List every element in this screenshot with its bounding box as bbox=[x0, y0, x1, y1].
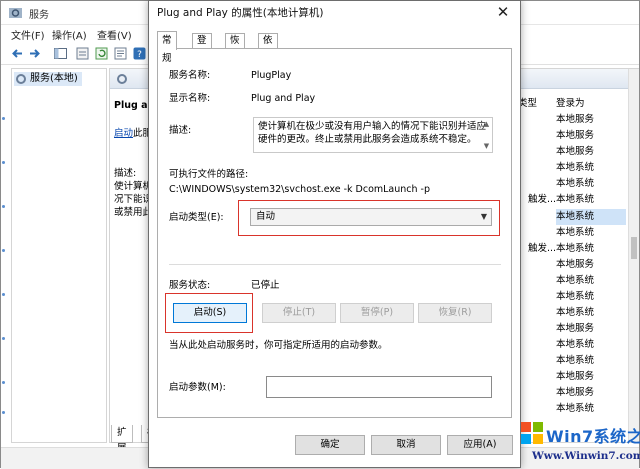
logon-cell[interactable]: 本地服务 bbox=[556, 369, 626, 385]
params-label: 启动参数(M): bbox=[169, 382, 226, 393]
services-list-scrollbar[interactable] bbox=[628, 69, 639, 442]
logon-cell[interactable]: 本地系统 bbox=[556, 401, 626, 417]
path-label: 可执行文件的路径: bbox=[169, 169, 249, 180]
logon-cell[interactable]: 本地系统 bbox=[556, 225, 626, 241]
watermark-url: Www.Winwin7.com bbox=[532, 450, 640, 462]
service-name-label: 服务名称: bbox=[169, 70, 211, 81]
services-title: 服务 bbox=[29, 10, 49, 21]
scroll-up-icon[interactable]: ▲ bbox=[482, 120, 491, 129]
logon-cell[interactable]: 本地系统 bbox=[556, 160, 626, 176]
dot bbox=[2, 337, 5, 340]
service-desc-line: 况下能识 bbox=[114, 194, 153, 205]
dot bbox=[2, 161, 5, 164]
service-name-value: PlugPlay bbox=[251, 70, 292, 81]
type-cell: 触发... bbox=[528, 194, 557, 205]
menu-file[interactable]: 文件(F) bbox=[11, 27, 45, 42]
column-header-logon[interactable]: 登录为 bbox=[556, 96, 585, 112]
services-tree-pane: 服务(本地) bbox=[11, 68, 107, 443]
export-list-icon[interactable] bbox=[113, 46, 128, 61]
logon-cell[interactable]: 本地服务 bbox=[556, 112, 626, 128]
properties-icon[interactable] bbox=[75, 46, 90, 61]
display-name-value: Plug and Play bbox=[251, 93, 316, 104]
start-service-link[interactable]: 启动 bbox=[114, 128, 133, 139]
separator bbox=[169, 264, 501, 265]
logon-cell[interactable]: 本地系统 bbox=[556, 273, 626, 289]
service-desc-line: 或禁用此 bbox=[114, 207, 153, 218]
dot bbox=[2, 249, 5, 252]
logon-cell[interactable]: 本地服务 bbox=[556, 321, 626, 337]
dot bbox=[2, 117, 5, 120]
logon-cell[interactable]: 本地系统 bbox=[556, 353, 626, 369]
help-icon[interactable]: ? bbox=[132, 46, 147, 61]
logon-cell[interactable]: 本地服务 bbox=[556, 385, 626, 401]
highlight-start-button bbox=[165, 293, 253, 333]
menu-action[interactable]: 操作(A) bbox=[52, 27, 87, 42]
tab-extended[interactable]: 扩展 bbox=[111, 425, 133, 454]
resume-button[interactable]: 恢复(R) bbox=[418, 303, 492, 323]
properties-dialog: Plug and Play 的属性(本地计算机) ✕ 常规 登录 恢复 依存关系… bbox=[148, 0, 521, 468]
logon-cell[interactable]: 本地系统 bbox=[556, 192, 626, 208]
menu-view[interactable]: 查看(V) bbox=[97, 27, 132, 42]
tree-item-label: 服务(本地) bbox=[30, 73, 78, 84]
path-value: C:\WINDOWS\system32\svchost.exe -k DcomL… bbox=[169, 184, 431, 195]
logon-cell[interactable]: 本地服务 bbox=[556, 128, 626, 144]
logon-cell-selected[interactable]: 本地系统 bbox=[556, 209, 626, 225]
highlight-startup-type bbox=[238, 200, 500, 236]
watermark: Win7系统之家 Www.Winwin7.com bbox=[518, 417, 640, 468]
dialog-title: Plug and Play 的属性(本地计算机) bbox=[157, 7, 324, 19]
logon-cell[interactable]: 本地系统 bbox=[556, 241, 626, 257]
description-box[interactable]: 使计算机在极少或没有用户输入的情况下能识别并适应硬件的更改。终止或禁用此服务会造… bbox=[253, 117, 493, 153]
close-icon[interactable]: ✕ bbox=[492, 2, 514, 22]
logon-cell[interactable]: 本地系统 bbox=[556, 337, 626, 353]
description-label: 描述: bbox=[169, 125, 192, 136]
back-arrow-icon[interactable] bbox=[10, 46, 25, 61]
tab-recovery[interactable]: 恢复 bbox=[225, 33, 245, 60]
scrollbar-thumb[interactable] bbox=[631, 237, 637, 259]
general-tab-panel: 服务名称: PlugPlay 显示名称: Plug and Play 描述: 使… bbox=[157, 48, 512, 418]
forward-arrow-icon[interactable] bbox=[27, 46, 42, 61]
scroll-down-icon[interactable]: ▼ bbox=[482, 142, 491, 151]
cancel-button[interactable]: 取消 bbox=[371, 435, 441, 455]
pause-button[interactable]: 暂停(P) bbox=[340, 303, 414, 323]
tree-item-services-local[interactable]: 服务(本地) bbox=[14, 72, 82, 86]
dot bbox=[2, 411, 5, 414]
logon-cell[interactable]: 本地系统 bbox=[556, 176, 626, 192]
service-desc-line: 使计算机 bbox=[114, 181, 153, 192]
logon-cell[interactable]: 本地系统 bbox=[556, 305, 626, 321]
type-cell: 触发... bbox=[528, 243, 557, 254]
params-hint: 当从此处启动服务时，你可指定所适用的启动参数。 bbox=[169, 340, 388, 351]
service-status-value: 已停止 bbox=[251, 280, 280, 291]
windows-logo-icon bbox=[521, 422, 543, 444]
logon-cell[interactable]: 本地系统 bbox=[556, 289, 626, 305]
display-name-label: 显示名称: bbox=[169, 93, 211, 104]
description-text: 使计算机在极少或没有用户输入的情况下能识别并适应硬件的更改。终止或禁用此服务会造… bbox=[258, 121, 487, 145]
tab-dependencies[interactable]: 依存关系 bbox=[258, 33, 278, 88]
stop-button[interactable]: 停止(T) bbox=[262, 303, 336, 323]
start-params-input[interactable] bbox=[266, 376, 492, 398]
dot bbox=[2, 205, 5, 208]
apply-button[interactable]: 应用(A) bbox=[447, 435, 513, 455]
ok-button[interactable]: 确定 bbox=[295, 435, 365, 455]
service-desc-label: 描述: bbox=[114, 168, 137, 179]
tab-general[interactable]: 常规 bbox=[157, 31, 177, 64]
gear-icon bbox=[117, 74, 127, 84]
dot bbox=[2, 293, 5, 296]
dialog-title-bar: Plug and Play 的属性(本地计算机) ✕ bbox=[149, 1, 520, 23]
refresh-icon[interactable] bbox=[94, 46, 109, 61]
startup-type-label: 启动类型(E): bbox=[169, 212, 224, 223]
logon-cell[interactable]: 本地服务 bbox=[556, 144, 626, 160]
gear-icon bbox=[16, 74, 26, 84]
svg-text:?: ? bbox=[137, 50, 142, 60]
service-status-label: 服务状态: bbox=[169, 280, 211, 291]
tab-logon[interactable]: 登录 bbox=[192, 33, 212, 60]
watermark-text: Win7系统之家 bbox=[546, 427, 640, 446]
console-tree-icon[interactable] bbox=[53, 46, 68, 61]
dot bbox=[2, 381, 5, 384]
logon-cell[interactable]: 本地服务 bbox=[556, 257, 626, 273]
services-app-icon bbox=[9, 8, 22, 18]
